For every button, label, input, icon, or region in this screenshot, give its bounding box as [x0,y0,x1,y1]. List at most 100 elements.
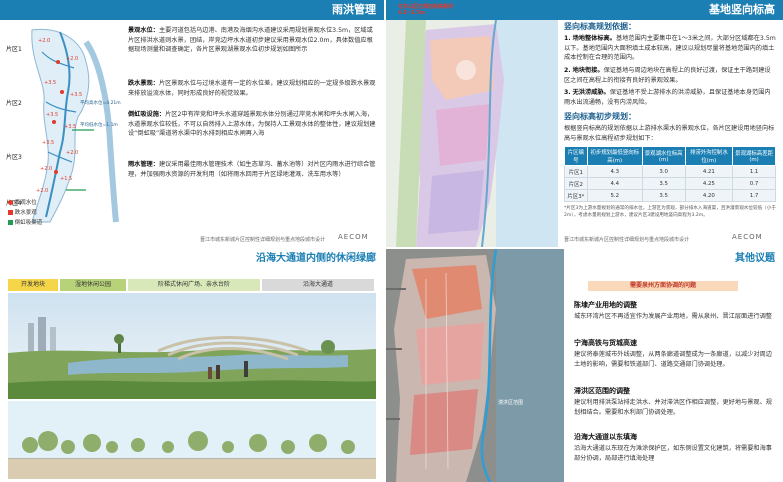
paragraph-text: 主要河道包括乌边港、南港及海烟沟水道建议采用规划景观水位3.5m，区域或片区排洪… [128,27,373,54]
item-heading: 无洪涝威胁。 [572,89,610,96]
section-tab: 开发地块 [8,279,58,291]
water-level-label: +1.5 [60,176,73,182]
table-footnote: *片区3为上游水量规划的通常的排水位，上游区为景观，部分排水入海道渠，且洪灌景观… [564,206,776,218]
item-number: 2. [564,67,571,74]
water-level-label: +3.5 [46,112,59,118]
legend-label: 跌水景观 [14,210,37,216]
zone-label: 片区1 [6,46,22,53]
tab-label: 开发地块 [20,281,45,288]
elevation-table: 片区编号 初步规划最低竖向标高(m) 景观湖水位标高(m) 排涝外沟控制水位(m… [564,146,776,202]
corridor-section [8,401,376,479]
panel-green-corridor: 沿海大通道内侧的休闲绿廊 开发地块 湿地休闲公园 阶梯式休闲广场、亲水台阶 沿海… [0,249,384,482]
table-cell: 1.1 [732,165,776,178]
section-tab: 湿地休闲公园 [60,279,126,291]
table-header-row: 片区编号 初步规划最低竖向标高(m) 景观湖水位标高(m) 排涝外沟控制水位(m… [564,146,776,166]
item-heading: 地块衔接。 [572,67,604,74]
column-header: 景观湖标高差距(m) [732,146,776,166]
panel-title: 雨洪管理 [332,3,376,16]
issue-heading: 滞洪区范围的调整 [574,387,630,395]
tab-label: 沿海大通道 [302,281,333,288]
table-cell: 0.7 [732,177,776,190]
paragraph-heading: 倒虹吸设施： [128,111,166,118]
table-row: 片区2 4.4 3.5 4.25 0.7 [564,177,776,190]
siphon-icon [8,220,13,225]
paragraph-heading: 雨水管理： [128,161,159,168]
panel-title: 沿海大通道内侧的休闲绿廊 [256,253,376,264]
table-cell: 片区3* [564,189,588,202]
panel-title: 其他议题 [735,253,775,264]
table-cell: 3.5 [641,189,686,202]
panel-other-issues: 其他议题 滞洪区范围 需要泉州方面协调的问题 陈埭产业用地的调整 城东环湾片区不… [386,249,783,482]
table-cell: 3.0 [641,165,686,178]
panel-header: 雨洪管理 [0,0,384,20]
table-cell: 3.5 [641,177,686,190]
table-cell: 4.20 [684,189,734,202]
paragraph-heading: 景观水位： [128,27,159,34]
issue-heading: 陈埭产业用地的调整 [574,301,637,309]
table-cell: 片区2 [564,177,588,190]
issue-text: 建议利用排洪泵站排走洪水、并对滞洪区作相应调整，更好地与景观、规划相结合。需要和… [574,399,772,416]
criterion-item: 3. 无洪涝威胁。保证基地不受上游排水的洪涝威胁，且保证基地本身范围内雨水出流通… [564,88,776,107]
footer-text: 晋江市城东新城片区控制性详细规划与重点地段城市设计 [564,237,690,243]
brand-logo: AECOM [732,233,763,241]
table-cell: 4.3 [586,165,643,178]
elevation-map [386,20,558,247]
table-cell: 片区1 [564,165,588,178]
table-cell: 4.21 [684,165,734,178]
criterion-item: 2. 地块衔接。保证基地与周边地块在高程上的良好过渡，保证主干路到建设区之间在高… [564,66,776,85]
item-heading: 场地整体标高。 [572,35,616,42]
legend-label: 景观水位 [14,200,37,206]
brand-logo: AECOM [338,233,369,241]
paragraph-text: 建议采用最佳雨水管理技术（如生态草沟、蓄水池等）对片区内雨水进行综合管理，并加强… [128,161,376,178]
issue-heading: 宁海高铁与货城高速 [574,339,637,347]
mean-low-water-label: 平均低水位=1.1m [80,123,118,128]
panel-title: 基地竖向标高 [709,3,775,16]
table-row: 片区1 4.3 3.0 4.21 1.1 [564,165,776,178]
mean-high-water-label: 平均高水位=4.21m [80,101,121,106]
tab-label: 湿地休闲公园 [74,281,111,288]
water-level-label: +3.5 [70,92,83,98]
table-cell: 4.4 [586,177,643,190]
water-level-label: +2.0 [36,188,49,194]
item-number: 1. [564,35,571,42]
coordination-banner: 需要泉州方面协调的问题 [588,281,738,291]
panel-site-elevation: 基地竖向标高 与东山区已规划标高相邻4.5~5.5m 竖向标高规划依据： 1. … [386,0,783,247]
section-heading: 竖向标高初步规划： [564,112,636,121]
map-note: 与东山区已规划标高相邻4.5~5.5m [398,4,454,16]
map-note: 滞洪区范围 [498,400,524,406]
tab-label: 阶梯式休闲广场、亲水台阶 [157,281,230,288]
panel-flood-management: 雨洪管理 片区1 片区2 片区3 片区4 +2.0 +2.0 +3.5 +3.5… [0,0,384,247]
aerial-map [386,249,564,482]
legend-item: 跌水景观 [8,208,37,216]
section-tab: 沿海大通道 [262,279,374,291]
legend-label: 倒虹吸渠道 [14,220,43,226]
waterfront-rendering [8,293,376,399]
water-level-label: +2.0 [40,166,53,172]
item-number: 3. [564,89,571,96]
zone-label: 片区2 [6,100,22,107]
water-level-icon [8,200,13,205]
paragraph-text: 片区2中有岸竞和坪头水道穿越景观水体分别通过岸竞水闸和坪头水闸入海，水道景观水位… [128,111,376,138]
zone-label: 片区3 [6,154,22,161]
water-level-label: +2.0 [66,56,79,62]
table-row: 片区3* 5.2 3.5 4.20 1.7 [564,189,776,202]
issue-text: 城东环湾片区不再适宜作为发展产业用地，需从泉州、晋江层面进行调整 [574,313,772,320]
cascade-icon [8,210,13,215]
column-header: 排涝外沟控制水位(m) [684,146,734,166]
issue-text: 建议将泰莲城市外线调整，从两条廊道调整成为一条廊道，以减少对周边土地的影响，需要… [574,351,772,368]
text-paragraph: 景观水位：主要河道包括乌边港、南港及海烟沟水道建议采用规划景观水位3.5m，区域… [128,26,376,55]
issue-heading: 沿海大通道以东填海 [574,433,637,441]
column-header: 景观湖水位标高(m) [641,146,686,166]
column-header: 初步规划最低竖向标高(m) [586,146,643,166]
water-level-label: +3.5 [44,80,57,86]
section-heading: 竖向标高规划依据： [564,22,636,31]
text-paragraph: 倒虹吸设施：片区2中有岸竞和坪头水道穿越景观水体分别通过岸竞水闸和坪头水闸入海，… [128,110,376,139]
legend-item: 倒虹吸渠道 [8,218,42,226]
table-cell: 4.25 [684,177,734,190]
text-paragraph: 跌水景观：片区景观水位与过境水道有一定的水位差，建议规划相应的一定规多级跌水景观… [128,79,376,98]
water-level-label: +2.0 [38,38,51,44]
paragraph-heading: 跌水景观： [128,80,159,87]
water-level-label: +3.5 [42,140,55,146]
section-tab: 阶梯式休闲广场、亲水台阶 [128,279,260,291]
water-level-label: +3.5 [64,124,77,130]
